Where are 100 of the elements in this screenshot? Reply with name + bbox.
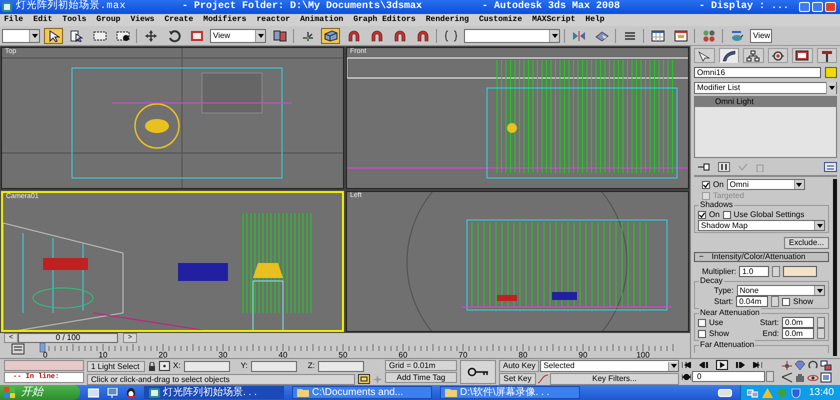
next-key-icon[interactable] xyxy=(736,362,745,368)
show-checkbox[interactable] xyxy=(782,298,790,306)
field-of-view-icon[interactable] xyxy=(781,372,793,383)
first-frame-icon[interactable] xyxy=(682,362,691,368)
gem-icon[interactable] xyxy=(794,360,806,371)
current-frame-field[interactable]: 0 xyxy=(692,371,765,382)
menu-item[interactable]: Graph Editors xyxy=(353,14,416,26)
configure-icon[interactable] xyxy=(824,162,837,172)
menu-item[interactable]: MAXScript xyxy=(532,14,576,26)
orbit-icon[interactable] xyxy=(807,360,819,371)
shield-icon[interactable] xyxy=(790,388,801,398)
lock-icon[interactable] xyxy=(148,362,156,370)
panel-tab[interactable] xyxy=(743,48,764,63)
shadow-type-dropdown[interactable]: Shadow Map xyxy=(698,220,825,231)
panel-tab[interactable] xyxy=(768,48,788,63)
menu-item[interactable]: File xyxy=(4,14,24,26)
pin-icon[interactable] xyxy=(698,163,710,171)
dropdown[interactable]: View xyxy=(210,28,266,42)
panel-tab[interactable] xyxy=(792,48,812,63)
modifier-stack-list[interactable]: Omni Light xyxy=(694,96,837,158)
taskbar-button[interactable]: D:\软件\屏幕录像. . . xyxy=(440,386,580,399)
move-arrows-icon xyxy=(144,28,158,42)
crosshair-box-icon[interactable] xyxy=(159,361,170,371)
rollout-header[interactable]: − Intensity/Color/Attenuation xyxy=(694,252,829,262)
toolbar-button[interactable] xyxy=(321,28,340,44)
spinner[interactable] xyxy=(817,328,825,339)
menu-item[interactable]: Help xyxy=(585,14,605,26)
taskbar-button[interactable]: 灯光阵列初始场景. . . xyxy=(144,386,284,399)
monitor-icon[interactable] xyxy=(107,388,118,398)
taskbar-button[interactable]: C:\Documents and... xyxy=(292,386,432,399)
maximize-button[interactable] xyxy=(812,2,823,12)
close-button[interactable] xyxy=(825,2,836,12)
object-name-field[interactable]: Omni16 xyxy=(694,67,821,78)
menu-item[interactable]: Tools xyxy=(62,14,86,26)
spinner[interactable] xyxy=(772,266,780,277)
network-icon[interactable] xyxy=(746,388,758,398)
shadows-on-checkbox[interactable] xyxy=(698,210,706,218)
exclude-button[interactable]: Exclude... xyxy=(784,236,829,248)
zoom-axis-icon[interactable] xyxy=(781,360,793,371)
z-coordinate-field[interactable] xyxy=(318,360,364,372)
last-frame-icon[interactable] xyxy=(753,362,762,368)
dropdown[interactable] xyxy=(2,28,40,42)
light-on-checkbox[interactable] xyxy=(702,180,710,188)
global-settings-checkbox[interactable] xyxy=(722,210,731,218)
set-key-button[interactable] xyxy=(460,360,496,384)
penguin-icon[interactable] xyxy=(126,387,136,398)
modifier-list-dropdown[interactable]: Modifier List xyxy=(694,82,837,94)
selection-lock-icon[interactable] xyxy=(358,374,370,384)
set-key-button[interactable]: Set Key xyxy=(499,373,536,385)
maximize-viewport-icon[interactable] xyxy=(820,372,832,383)
show-checkbox[interactable] xyxy=(698,330,706,338)
windows-icon[interactable] xyxy=(820,360,832,371)
eye-orbit-icon[interactable] xyxy=(807,372,819,383)
dropdown[interactable]: View xyxy=(750,28,772,42)
menu-item[interactable]: Modifiers xyxy=(203,14,246,26)
panel-tab[interactable] xyxy=(816,48,837,63)
menu-item[interactable]: Group xyxy=(96,14,120,26)
menu-item[interactable]: Rendering xyxy=(426,14,469,26)
desktop-icon[interactable] xyxy=(88,388,99,398)
light-type-dropdown[interactable]: Omni xyxy=(726,179,805,190)
decay-start-field[interactable]: 0.04m xyxy=(736,296,768,307)
curve-icon[interactable] xyxy=(537,374,549,384)
key-mode-dropdown[interactable]: Selected xyxy=(540,360,679,372)
spinner[interactable] xyxy=(817,317,825,328)
add-time-tag-button[interactable]: Add Time Tag xyxy=(385,372,457,383)
scrollbar[interactable] xyxy=(833,179,837,356)
menu-item[interactable]: Views xyxy=(130,14,154,26)
light-color-swatch[interactable] xyxy=(783,266,818,277)
check-icon[interactable] xyxy=(738,163,748,171)
decay-type-dropdown[interactable]: None xyxy=(736,285,825,296)
use-checkbox[interactable] xyxy=(698,318,706,326)
object-color-swatch[interactable] xyxy=(825,67,837,78)
multiplier-field[interactable]: 1.0 xyxy=(739,266,770,277)
pause-icon[interactable] xyxy=(718,162,730,172)
minimize-button[interactable] xyxy=(799,2,810,12)
near-end-field[interactable]: 0.0m xyxy=(782,328,814,339)
auto-key-button[interactable]: Auto Key xyxy=(499,360,540,372)
stack-item[interactable]: Omni Light xyxy=(695,97,836,107)
previous-key-icon[interactable] xyxy=(699,362,708,368)
toolbar-button[interactable] xyxy=(44,28,63,44)
menu-item[interactable]: Animation xyxy=(300,14,344,26)
play-icon[interactable] xyxy=(716,360,728,370)
panel-tab[interactable] xyxy=(718,48,739,63)
menu-item[interactable]: Customize xyxy=(478,14,522,26)
panel-tab[interactable] xyxy=(694,48,714,63)
keyboard-icon[interactable] xyxy=(718,388,732,396)
time-slider[interactable]: 0 / 100 xyxy=(18,333,118,343)
menu-item[interactable]: reactor xyxy=(256,14,290,26)
script-listener-field[interactable] xyxy=(4,360,84,371)
x-coordinate-field[interactable] xyxy=(184,360,230,372)
key-filters-button[interactable]: Key Filters... xyxy=(550,373,679,385)
menu-item[interactable]: Create xyxy=(164,14,194,26)
grid-size: Grid = 0.01m xyxy=(385,360,457,371)
spinner[interactable] xyxy=(771,296,780,307)
y-coordinate-field[interactable] xyxy=(250,360,297,372)
timeline-ruler[interactable] xyxy=(40,343,674,352)
key-mode-icon[interactable] xyxy=(682,374,691,380)
near-start-field[interactable]: 0.0m xyxy=(782,317,814,328)
menu-item[interactable]: Edit xyxy=(33,14,52,26)
time-configuration-icon[interactable] xyxy=(12,344,24,354)
